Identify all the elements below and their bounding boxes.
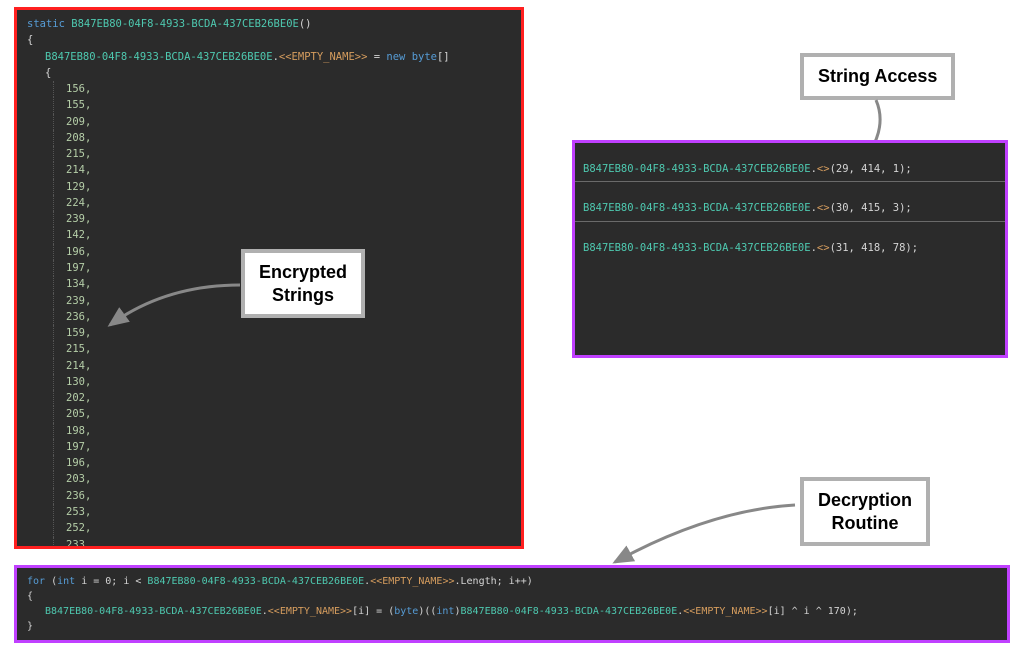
- byte-value: 253,: [53, 504, 511, 520]
- open-brace: {: [27, 32, 511, 48]
- byte-value: 215,: [53, 341, 511, 357]
- encrypted-strings-label: Encrypted Strings: [241, 249, 365, 318]
- code-line-signature: static B847EB80-04F8-4933-BCDA-437CEB26B…: [27, 16, 511, 32]
- byte-value: 202,: [53, 390, 511, 406]
- byte-value: 239,: [53, 211, 511, 227]
- keyword-static: static: [27, 18, 65, 30]
- byte-value: 236,: [53, 488, 511, 504]
- loop-open-brace: {: [27, 589, 997, 604]
- byte-value: 208,: [53, 130, 511, 146]
- class-name: B847EB80-04F8-4933-BCDA-437CEB26BE0E: [71, 18, 299, 30]
- string-access-panel: B847EB80-04F8-4933-BCDA-437CEB26BE0E.<>(…: [572, 140, 1008, 358]
- byte-value: 233,: [53, 537, 511, 550]
- string-access-row: B847EB80-04F8-4933-BCDA-437CEB26BE0E.<>(…: [575, 182, 1005, 221]
- string-access-label: String Access: [800, 53, 955, 100]
- byte-value: 214,: [53, 162, 511, 178]
- loop-close-brace: }: [27, 619, 997, 634]
- decryption-routine-panel: for (int i = 0; i < B847EB80-04F8-4933-B…: [14, 565, 1010, 643]
- byte-value: 130,: [53, 374, 511, 390]
- decryption-routine-label: Decryption Routine: [800, 477, 930, 546]
- byte-value: 198,: [53, 423, 511, 439]
- byte-value: 196,: [53, 455, 511, 471]
- byte-value: 156,: [53, 81, 511, 97]
- byte-value: 224,: [53, 195, 511, 211]
- byte-value: 209,: [53, 114, 511, 130]
- for-loop-line: for (int i = 0; i < B847EB80-04F8-4933-B…: [27, 574, 997, 589]
- string-access-row: B847EB80-04F8-4933-BCDA-437CEB26BE0E.<>(…: [575, 222, 1005, 260]
- byte-value: 142,: [53, 227, 511, 243]
- byte-value: 155,: [53, 97, 511, 113]
- inner-open-brace: {: [27, 65, 511, 81]
- byte-value: 197,: [53, 439, 511, 455]
- byte-value: 129,: [53, 179, 511, 195]
- byte-value: 214,: [53, 358, 511, 374]
- string-access-row: B847EB80-04F8-4933-BCDA-437CEB26BE0E.<>(…: [575, 143, 1005, 182]
- byte-value: 215,: [53, 146, 511, 162]
- loop-body: B847EB80-04F8-4933-BCDA-437CEB26BE0E.<<E…: [27, 604, 997, 619]
- byte-value: 205,: [53, 406, 511, 422]
- byte-value: 203,: [53, 471, 511, 487]
- assignment-line: B847EB80-04F8-4933-BCDA-437CEB26BE0E.<<E…: [27, 49, 511, 65]
- byte-value: 252,: [53, 520, 511, 536]
- byte-value: 159,: [53, 325, 511, 341]
